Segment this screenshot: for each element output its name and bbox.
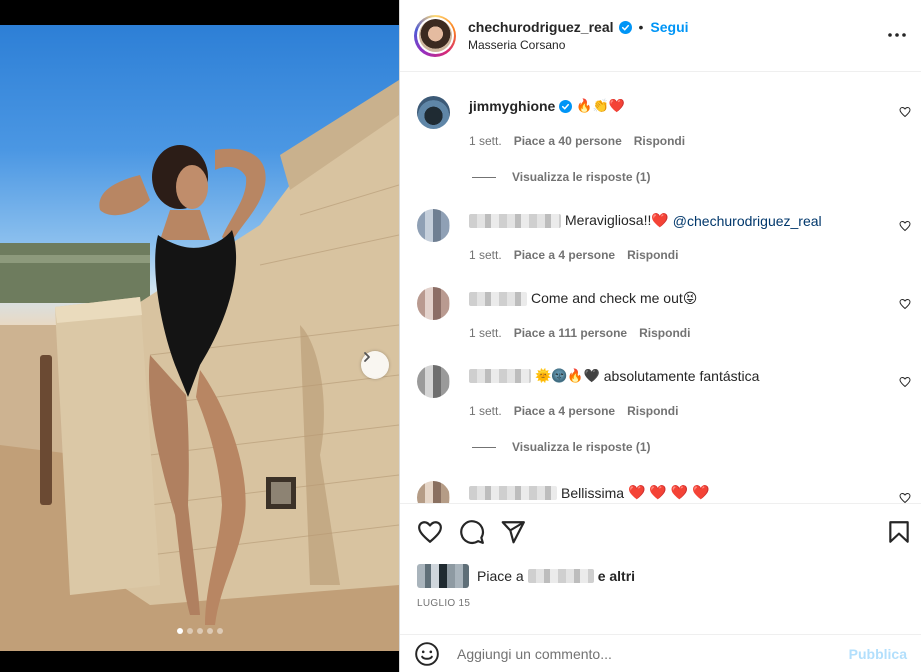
comment-item: jimmyghione 🔥👏❤️ 1 sett. Piace a 40 pers… [400, 73, 921, 193]
verified-badge-icon [559, 99, 573, 113]
comment-item: 🌞🌚🔥🖤 absolutamente fantástica 1 sett. Pi… [400, 353, 921, 463]
view-replies-button[interactable]: Visualizza le risposte (1) [472, 440, 651, 454]
comment-time[interactable]: 1 sett. [469, 248, 502, 262]
follow-button[interactable]: Segui [650, 19, 688, 35]
comment-meta: 1 sett. Piace a 111 persone Rispondi [469, 326, 690, 340]
reply-button[interactable]: Rispondi [627, 248, 678, 262]
separator-dot: • [638, 19, 644, 35]
commenter-avatar[interactable] [417, 481, 450, 503]
like-comment-heart-icon[interactable] [899, 298, 911, 310]
comment-text: Come and check me out😝 [531, 290, 698, 306]
publish-button[interactable]: Pubblica [849, 646, 907, 662]
liker-username-blurred[interactable] [527, 569, 594, 583]
comment-likes[interactable]: Piace a 4 persone [514, 248, 615, 262]
comment-text: Meravigliosa!!❤️ [565, 212, 669, 228]
reply-button[interactable]: Rispondi [634, 134, 685, 148]
commenter-username-blurred[interactable] [469, 485, 557, 500]
carousel-dot [186, 628, 193, 634]
comment-input[interactable] [457, 645, 817, 662]
commenter-avatar[interactable] [417, 287, 450, 320]
comment-likes[interactable]: Piace a 111 persone [514, 326, 627, 340]
commenter-username-blurred[interactable] [469, 213, 561, 228]
like-comment-heart-icon[interactable] [899, 492, 911, 503]
comment-mention-link[interactable]: @chechurodriguez_real [673, 213, 822, 229]
comment-text: Bellissima [561, 484, 625, 501]
post-location[interactable]: Masseria Corsano [468, 38, 689, 52]
likers-avatars[interactable] [417, 564, 469, 588]
comment-likes[interactable]: Piace a 4 persone [514, 404, 615, 418]
photo-illustration [0, 80, 399, 651]
comment-time[interactable]: 1 sett. [469, 404, 502, 418]
carousel-dot [206, 628, 213, 634]
comment-hearts: ❤️ ❤️ ❤️ ❤️ [628, 484, 710, 500]
save-bookmark-icon[interactable] [886, 519, 912, 545]
post-media-pane [0, 0, 399, 672]
likes-prefix: Piace a [477, 568, 524, 584]
commenter-avatar[interactable] [417, 96, 450, 129]
post-photo[interactable] [0, 25, 399, 651]
comment-time[interactable]: 1 sett. [469, 134, 502, 148]
comment-likes[interactable]: Piace a 40 persone [514, 134, 622, 148]
likes-others-link[interactable]: e altri [598, 568, 635, 584]
comment-text: absolutamente fantástica [603, 368, 760, 384]
comment-item: Meravigliosa!!❤️ @chechurodriguez_real 1… [400, 197, 921, 267]
commenter-username-blurred[interactable] [469, 369, 531, 383]
emoji-smiley-icon[interactable] [414, 641, 440, 667]
like-comment-heart-icon[interactable] [899, 106, 911, 118]
comment-item: Bellissima ❤️ ❤️ ❤️ ❤️ [400, 469, 921, 503]
carousel-dot [196, 628, 203, 634]
share-paper-plane-icon[interactable] [500, 519, 526, 545]
commenter-avatar[interactable] [417, 365, 450, 398]
more-options-button[interactable] [888, 26, 906, 44]
likes-summary: Piace a e altri [417, 564, 635, 588]
post-details-panel: chechurodriguez_real • Segui Masseria Co… [399, 0, 921, 672]
reply-button[interactable]: Rispondi [639, 326, 690, 340]
carousel-next-button[interactable] [361, 351, 389, 379]
comment-emojis: 🌞🌚🔥🖤 [535, 368, 600, 383]
comments-list: jimmyghione 🔥👏❤️ 1 sett. Piace a 40 pers… [400, 73, 921, 503]
reply-button[interactable]: Rispondi [627, 404, 678, 418]
post-date[interactable]: LUGLIO 15 [417, 598, 470, 609]
comment-meta: 1 sett. Piace a 4 persone Rispondi [469, 248, 678, 262]
owner-info: chechurodriguez_real • Segui Masseria Co… [468, 19, 689, 52]
comment-text: 🔥👏❤️ [576, 98, 625, 113]
add-comment-bar: Pubblica [400, 634, 921, 672]
comment-meta: 1 sett. Piace a 40 persone Rispondi [469, 134, 685, 148]
like-comment-heart-icon[interactable] [899, 376, 911, 388]
view-replies-button[interactable]: Visualizza le risposte (1) [472, 170, 651, 184]
comment-time[interactable]: 1 sett. [469, 326, 502, 340]
like-heart-icon[interactable] [417, 519, 443, 545]
commenter-avatar[interactable] [417, 209, 450, 242]
carousel-dot [176, 628, 183, 634]
carousel-dot [216, 628, 223, 634]
commenter-username[interactable]: jimmyghione [469, 98, 555, 114]
post-actions: Piace a e altri LUGLIO 15 [400, 503, 921, 623]
verified-badge-icon [618, 20, 632, 34]
owner-username[interactable]: chechurodriguez_real [468, 19, 614, 35]
commenter-username-blurred[interactable] [469, 291, 527, 306]
like-comment-heart-icon[interactable] [899, 220, 911, 232]
chevron-right-icon [364, 352, 370, 362]
comment-item: Come and check me out😝 1 sett. Piace a 1… [400, 275, 921, 345]
owner-avatar[interactable] [414, 14, 456, 57]
carousel-dots [0, 628, 399, 634]
comment-bubble-icon[interactable] [459, 519, 485, 545]
more-horizontal-icon [888, 33, 906, 37]
comment-meta: 1 sett. Piace a 4 persone Rispondi [469, 404, 678, 418]
post-header: chechurodriguez_real • Segui Masseria Co… [400, 0, 921, 72]
